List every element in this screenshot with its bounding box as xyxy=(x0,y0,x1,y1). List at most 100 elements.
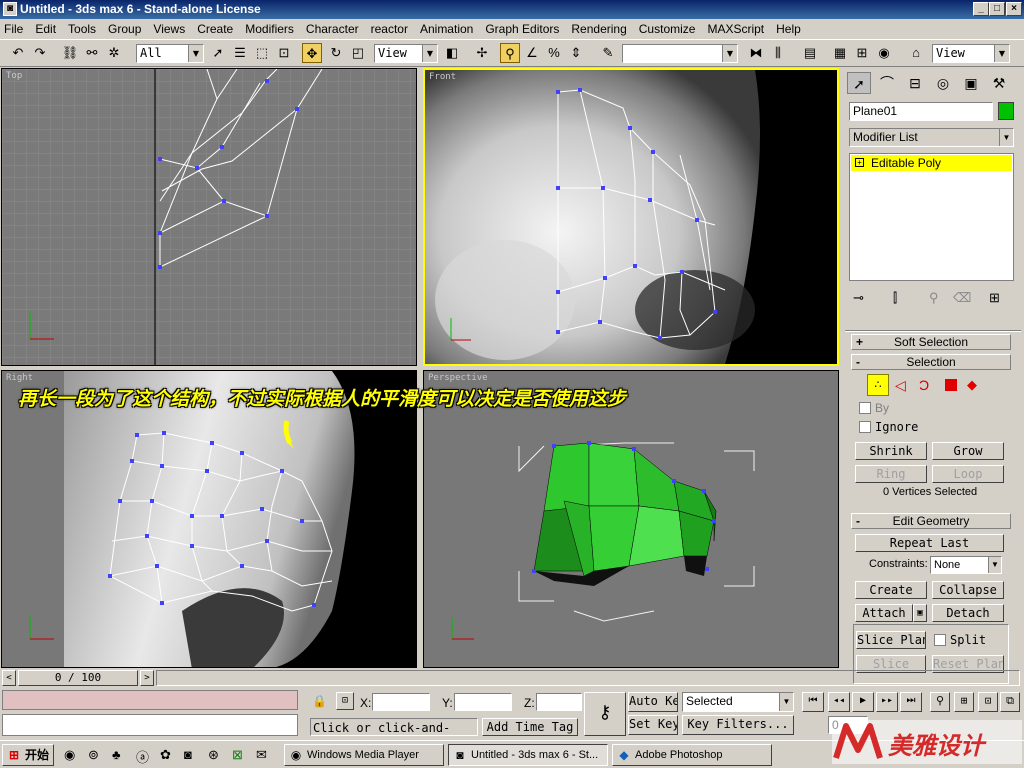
menu-views[interactable]: Views xyxy=(153,22,185,36)
menu-character[interactable]: Character xyxy=(306,22,359,36)
ring-button[interactable]: Ring xyxy=(855,465,927,483)
absolute-mode-icon[interactable]: ⊡ xyxy=(336,692,354,710)
previous-frame-icon[interactable]: ◂◂ xyxy=(828,692,850,712)
next-frame-icon[interactable]: ▸▸ xyxy=(876,692,898,712)
zoom-icon[interactable]: ⚲ xyxy=(930,692,950,712)
snap-toggle-icon[interactable]: ⚲ xyxy=(500,43,520,63)
undo-icon[interactable]: ↶ xyxy=(8,43,28,63)
percent-snap-icon[interactable]: % xyxy=(544,43,564,63)
edit-named-selection-icon[interactable]: ✎ xyxy=(598,43,618,63)
play-icon[interactable]: ▶ xyxy=(852,692,874,712)
key-filters-button[interactable]: Key Filters... xyxy=(682,715,794,735)
quicklaunch-icon[interactable]: ⊚ xyxy=(88,747,99,763)
border-mode-icon[interactable]: Ɔ xyxy=(919,377,929,393)
quicklaunch-icon[interactable]: ✉ xyxy=(256,747,267,763)
rectangular-selection-icon[interactable]: ⬚ xyxy=(252,43,272,63)
remove-modifier-icon[interactable]: ⌫ xyxy=(953,290,971,306)
task-3ds-max[interactable]: ◙ Untitled - 3ds max 6 - St... xyxy=(448,744,608,766)
menu-file[interactable]: File xyxy=(4,22,23,36)
x-coordinate-field[interactable] xyxy=(372,693,430,711)
viewport-right[interactable]: Right xyxy=(1,370,417,668)
excel-quicklaunch-icon[interactable]: ⊠ xyxy=(232,747,243,763)
schematic-view-icon[interactable]: ⊞ xyxy=(852,43,872,63)
utilities-tab-icon[interactable]: ⚒ xyxy=(987,72,1011,94)
menu-group[interactable]: Group xyxy=(108,22,141,36)
select-object-icon[interactable]: ➚ xyxy=(208,43,228,63)
viewport-front-label[interactable]: Front xyxy=(429,72,456,82)
split-checkbox[interactable] xyxy=(934,634,946,646)
object-color-swatch[interactable] xyxy=(998,102,1014,120)
minimize-button[interactable]: _ xyxy=(973,2,989,16)
zoom-extents-icon[interactable]: ⊡ xyxy=(978,692,998,712)
task-windows-media-player[interactable]: ◉ Windows Media Player xyxy=(284,744,444,766)
repeat-last-button[interactable]: Repeat Last xyxy=(855,534,1004,552)
render-view-dropdown[interactable]: View ▼ xyxy=(932,44,1010,63)
render-scene-icon[interactable]: ⌂ xyxy=(906,43,926,63)
mirror-icon[interactable]: ⧓ xyxy=(746,43,766,63)
lock-selection-icon[interactable]: 🔒 xyxy=(312,694,327,708)
display-tab-icon[interactable]: ▣ xyxy=(959,72,983,94)
show-end-result-icon[interactable]: ⫿ xyxy=(893,290,897,306)
viewport-perspective[interactable]: Perspective xyxy=(423,370,839,668)
prev-frame-icon[interactable]: < xyxy=(2,670,16,686)
pivot-center-icon[interactable]: ◧ xyxy=(442,43,462,63)
manipulate-icon[interactable]: ✢ xyxy=(472,43,492,63)
motion-tab-icon[interactable]: ◎ xyxy=(931,72,955,94)
y-coordinate-field[interactable] xyxy=(454,693,512,711)
object-name-field[interactable]: Plane01 xyxy=(849,102,993,121)
bind-space-warp-icon[interactable]: ✲ xyxy=(104,43,124,63)
menu-create[interactable]: Create xyxy=(197,22,233,36)
viewport-perspective-label[interactable]: Perspective xyxy=(428,373,488,383)
time-slider-thumb[interactable]: 0 / 100 xyxy=(18,670,138,686)
angle-snap-icon[interactable]: ∠ xyxy=(522,43,542,63)
detach-button[interactable]: Detach xyxy=(932,604,1004,622)
edit-geometry-rollout[interactable]: - Edit Geometry xyxy=(851,513,1011,529)
create-button[interactable]: Create xyxy=(855,581,927,599)
menu-reactor[interactable]: reactor xyxy=(371,22,408,36)
select-link-icon[interactable]: ⛓ xyxy=(60,43,80,63)
menu-customize[interactable]: Customize xyxy=(639,22,696,36)
layer-manager-icon[interactable]: ▤ xyxy=(800,43,820,63)
add-time-tag-button[interactable]: Add Time Tag xyxy=(482,718,578,736)
attach-list-icon[interactable]: ▣ xyxy=(913,604,927,622)
select-and-rotate-icon[interactable]: ↻ xyxy=(326,43,346,63)
maxscript-listener-mini[interactable] xyxy=(2,690,298,710)
align-icon[interactable]: ⫼ xyxy=(768,43,788,63)
quicklaunch-icon[interactable]: ♣ xyxy=(112,747,121,762)
viewport-top-label[interactable]: Top xyxy=(6,71,22,81)
constraints-dropdown[interactable]: None ▼ xyxy=(930,556,1002,574)
set-key-button[interactable]: Set Key xyxy=(628,715,678,735)
pin-stack-icon[interactable]: ⊸ xyxy=(853,290,864,306)
window-crossing-icon[interactable]: ⊡ xyxy=(274,43,294,63)
quicklaunch-icon[interactable]: ⊛ xyxy=(208,747,219,763)
ignore-backfacing-checkbox[interactable] xyxy=(859,421,871,433)
viewport-top[interactable]: Top xyxy=(1,68,417,366)
material-editor-icon[interactable]: ◉ xyxy=(874,43,894,63)
viewport-front[interactable]: Front xyxy=(423,68,839,366)
by-vertex-checkbox[interactable] xyxy=(859,402,871,414)
menu-graph-editors[interactable]: Graph Editors xyxy=(485,22,559,36)
modify-tab-icon[interactable]: ⌒ xyxy=(875,72,899,94)
menu-maxscript[interactable]: MAXScript xyxy=(707,22,764,36)
auto-key-button[interactable]: Auto Key xyxy=(628,692,678,712)
reference-coord-dropdown[interactable]: View ▼ xyxy=(374,44,438,63)
select-and-move-icon[interactable]: ✥ xyxy=(302,43,322,63)
zoom-extents-all-icon[interactable]: ⧉ xyxy=(1000,692,1020,712)
soft-selection-rollout[interactable]: + Soft Selection xyxy=(851,334,1011,350)
select-and-scale-icon[interactable]: ◰ xyxy=(348,43,368,63)
go-to-start-icon[interactable]: ⏮ xyxy=(802,692,824,712)
edge-mode-icon[interactable]: ◁ xyxy=(895,377,906,394)
close-button[interactable]: × xyxy=(1006,2,1022,16)
quicklaunch-icon[interactable]: ⓐ xyxy=(136,747,149,766)
attach-button[interactable]: Attach xyxy=(855,604,913,622)
selection-set-dropdown[interactable]: Selected ▼ xyxy=(682,692,794,712)
menu-rendering[interactable]: Rendering xyxy=(571,22,626,36)
configure-modifiers-icon[interactable]: ⊞ xyxy=(989,290,1000,306)
grow-button[interactable]: Grow xyxy=(932,442,1004,460)
unlink-icon[interactable]: ⚯ xyxy=(82,43,102,63)
expand-icon[interactable]: + xyxy=(855,158,864,167)
timeline-track[interactable] xyxy=(156,670,1020,686)
menu-edit[interactable]: Edit xyxy=(35,22,56,36)
shrink-button[interactable]: Shrink xyxy=(855,442,927,460)
loop-button[interactable]: Loop xyxy=(932,465,1004,483)
